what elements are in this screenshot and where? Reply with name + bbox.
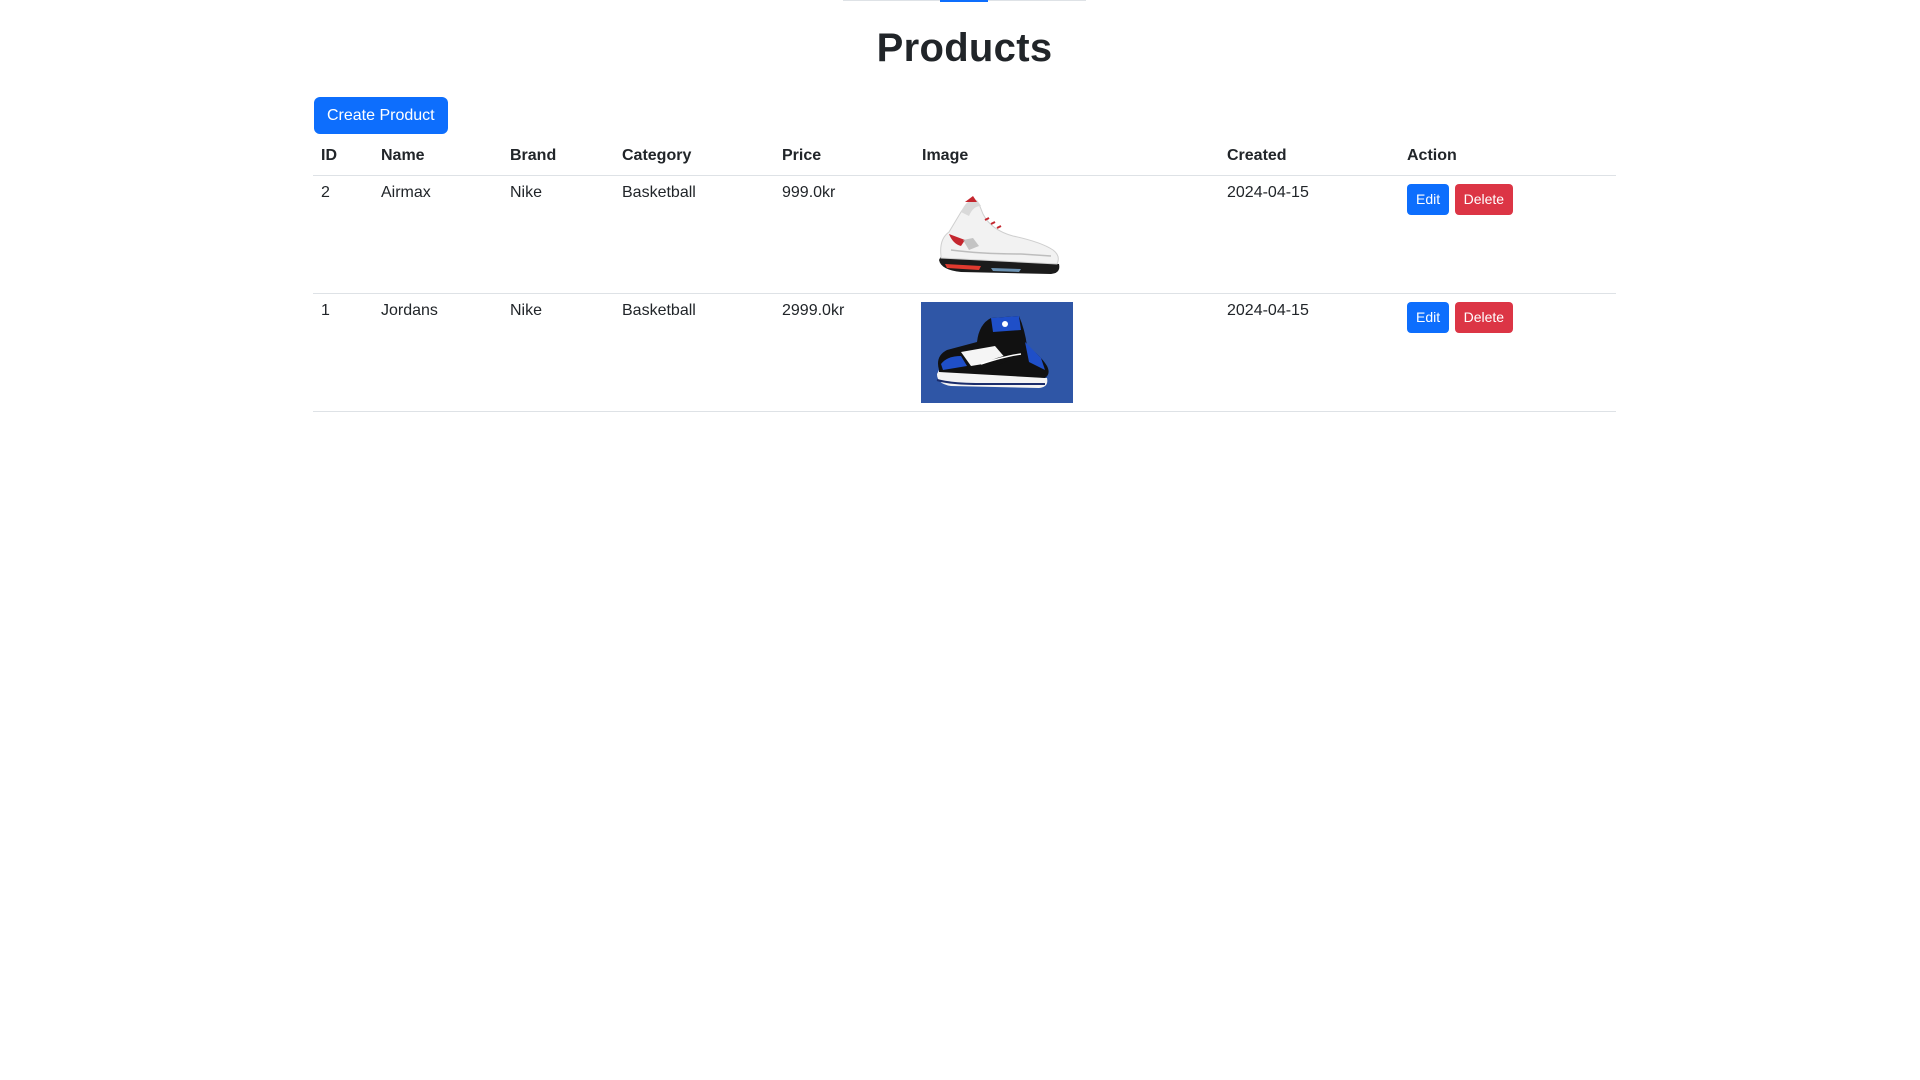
header-name: Name	[373, 140, 502, 176]
cell-created: 2024-04-15	[1219, 175, 1399, 294]
cell-brand: Nike	[502, 175, 614, 294]
cell-name: Jordans	[373, 293, 502, 412]
table-header-row: ID Name Brand Category Price Image Creat…	[313, 140, 1616, 176]
table-row: 2 Airmax Nike Basketball 999.0kr 2024-04…	[313, 175, 1616, 294]
active-nav-indicator[interactable]	[940, 0, 988, 2]
delete-button[interactable]: Delete	[1454, 302, 1514, 333]
edit-button[interactable]: Edit	[1407, 302, 1450, 333]
cell-id: 1	[313, 293, 373, 412]
products-table: ID Name Brand Category Price Image Creat…	[313, 140, 1616, 412]
cell-id: 2	[313, 175, 373, 294]
header-created: Created	[1219, 140, 1399, 176]
cell-action: Edit Delete	[1399, 293, 1616, 412]
white-red-sneaker-icon	[921, 184, 1073, 285]
header-action: Action	[1399, 140, 1616, 176]
cell-brand: Nike	[502, 293, 614, 412]
cell-category: Basketball	[614, 175, 774, 294]
page-title: Products	[876, 26, 1053, 70]
header-id: ID	[313, 140, 373, 176]
product-image	[921, 184, 1073, 285]
blue-black-sneaker-icon	[921, 302, 1073, 403]
table-row: 1 Jordans Nike Basketball 2999.0kr 2024-…	[313, 293, 1616, 412]
cell-created: 2024-04-15	[1219, 293, 1399, 412]
edit-button[interactable]: Edit	[1407, 184, 1450, 215]
cell-image	[914, 293, 1219, 412]
header-brand: Brand	[502, 140, 614, 176]
delete-button[interactable]: Delete	[1454, 184, 1514, 215]
cell-name: Airmax	[373, 175, 502, 294]
top-nav-strip	[843, 0, 1086, 2]
cell-category: Basketball	[614, 293, 774, 412]
header-image: Image	[914, 140, 1219, 176]
header-price: Price	[774, 140, 914, 176]
product-image	[921, 302, 1073, 403]
cell-price: 999.0kr	[774, 175, 914, 294]
cell-action: Edit Delete	[1399, 175, 1616, 294]
cell-price: 2999.0kr	[774, 293, 914, 412]
cell-image	[914, 175, 1219, 294]
create-product-button[interactable]: Create Product	[314, 97, 448, 134]
header-category: Category	[614, 140, 774, 176]
